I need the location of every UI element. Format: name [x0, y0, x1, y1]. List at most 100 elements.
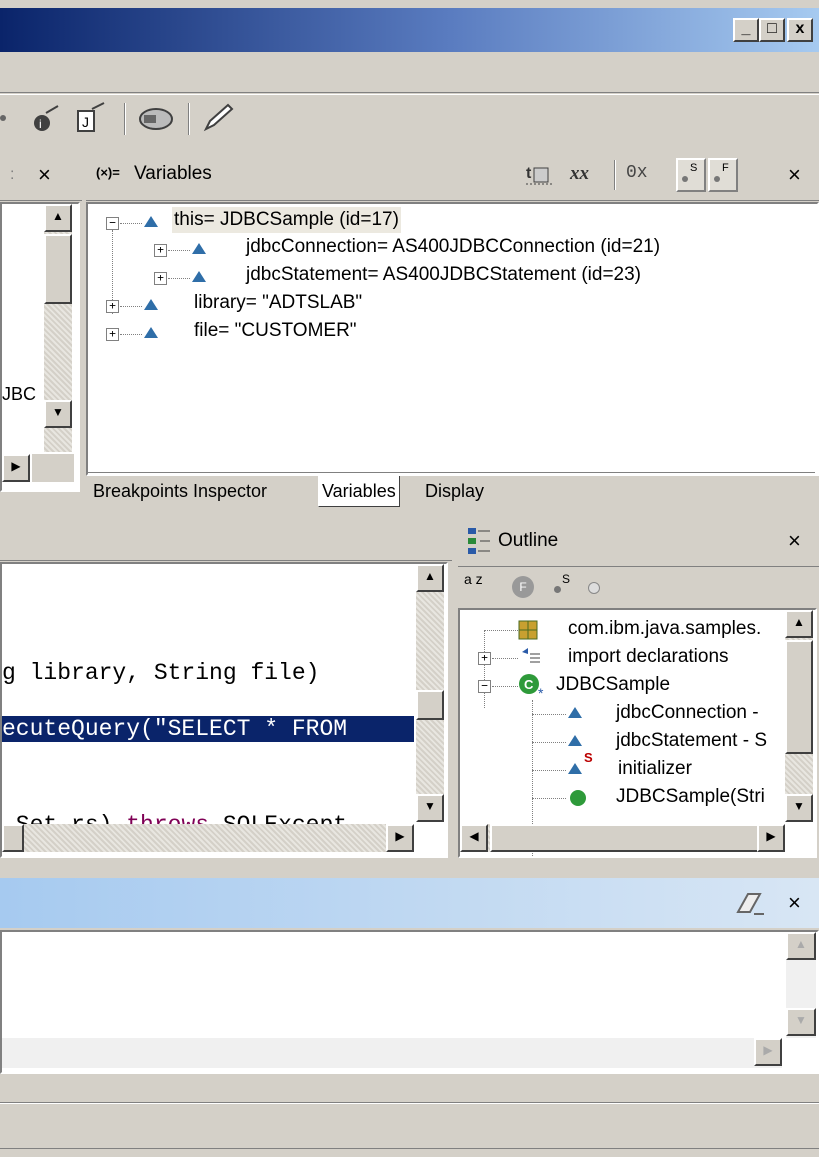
outline-item-package[interactable]: com.ibm.java.samples. — [568, 616, 761, 642]
tab-variables[interactable]: Variables — [318, 476, 400, 507]
editor-vscroll[interactable]: ▲ ▼ — [416, 564, 444, 822]
clear-console-icon[interactable] — [734, 890, 766, 916]
console-header: × — [0, 878, 819, 928]
tab-inspector[interactable]: Inspector — [190, 476, 270, 506]
tree-item-jdbcstatement[interactable]: jdbcStatement= AS400JDBCStatement (id=23… — [246, 262, 641, 288]
tab-display[interactable]: Display — [422, 476, 487, 506]
step-into-icon[interactable]: J — [72, 101, 108, 135]
static-fields-icon[interactable]: S — [676, 158, 706, 192]
outline-vscroll[interactable]: ▲ ▼ — [785, 610, 813, 822]
code-line: g library, String file) — [2, 660, 320, 686]
svg-text:i: i — [39, 117, 42, 131]
outline-icon — [468, 528, 490, 554]
hide-fields-icon[interactable]: F — [512, 576, 534, 598]
close-icon[interactable]: × — [38, 164, 51, 186]
status-divider — [0, 1102, 819, 1104]
maximize-button[interactable]: □ — [759, 18, 785, 42]
class-icon: C* — [519, 674, 544, 700]
left-pane-header: : × — [0, 150, 82, 201]
field-icon — [568, 735, 582, 746]
outline-item-method[interactable]: JDBCSample(Stri — [616, 784, 765, 810]
outline-item-class[interactable]: JDBCSample — [556, 672, 670, 698]
open-perspective-icon[interactable] — [136, 103, 176, 135]
variables-title: Variables — [134, 163, 212, 184]
scroll-right-button[interactable]: ▶ — [757, 824, 785, 852]
scroll-right-button[interactable]: ▶ — [2, 454, 30, 482]
field-icon — [144, 216, 158, 227]
expand-icon[interactable]: + — [478, 652, 491, 665]
outline-hscroll[interactable]: ◀ ▶ — [460, 824, 785, 852]
qualified-names-icon[interactable]: xx — [570, 163, 589, 185]
outline-item-initializer[interactable]: initializer — [618, 756, 692, 782]
show-types-icon[interactable]: t — [524, 162, 558, 188]
expand-icon[interactable]: + — [154, 272, 167, 285]
scroll-thumb[interactable] — [44, 234, 72, 304]
outline-item-field[interactable]: jdbcConnection - — [616, 700, 759, 726]
scroll-left-button[interactable]: ◀ — [460, 824, 488, 852]
final-fields-icon[interactable]: F — [708, 158, 738, 192]
expand-icon[interactable]: + — [154, 244, 167, 257]
step-icon[interactable] — [0, 115, 6, 121]
left-pane: : × JBC ▲ ▼ ▶ — [0, 150, 82, 500]
variables-view-icon: (×)= — [96, 165, 120, 180]
step-over-icon[interactable]: i — [28, 103, 62, 135]
edit-icon[interactable] — [200, 101, 236, 135]
scroll-thumb[interactable] — [785, 640, 813, 754]
imports-icon — [522, 648, 540, 663]
hide-nonpublic-icon[interactable] — [588, 582, 600, 594]
collapse-icon[interactable]: − — [106, 217, 119, 230]
scroll-down-button[interactable]: ▼ — [44, 400, 72, 428]
svg-text:C: C — [524, 677, 534, 692]
outline-title: Outline — [498, 530, 559, 551]
editor-hscroll[interactable]: ▶ — [2, 824, 414, 852]
method-icon — [570, 790, 586, 806]
field-icon — [568, 763, 582, 774]
package-icon — [518, 620, 538, 640]
scroll-up-button[interactable]: ▲ — [786, 932, 816, 960]
code-line-selected: ecuteQuery("SELECT * FROM — [2, 716, 414, 742]
close-window-button[interactable]: x — [787, 18, 813, 42]
tree-item-library[interactable]: library= "ADTSLAB" — [194, 290, 362, 316]
collapse-icon[interactable]: − — [478, 680, 491, 693]
console-vscroll[interactable]: ▲ ▼ — [786, 932, 816, 1038]
editor-content[interactable]: g library, String file) ecuteQuery("SELE… — [0, 562, 448, 858]
left-pane-content: JBC ▲ ▼ ▶ — [0, 202, 80, 492]
scroll-down-button[interactable]: ▼ — [416, 794, 444, 822]
tree-item-this[interactable]: this= JDBCSample (id=17) — [172, 207, 401, 233]
console-content[interactable]: ▲ ▼ ▶ — [0, 930, 819, 1074]
left-vscroll[interactable]: ▲ ▼ — [44, 204, 72, 452]
sort-icon[interactable]: a z — [464, 572, 483, 586]
hex-icon[interactable]: 0x — [626, 163, 648, 183]
scroll-thumb[interactable] — [416, 690, 444, 720]
variables-view: (×)= Variables t xx 0x S F × − this= JDB… — [86, 150, 819, 508]
console-hscroll[interactable]: ▶ — [2, 1038, 782, 1068]
tree-item-file[interactable]: file= "CUSTOMER" — [194, 318, 357, 344]
hide-static-icon[interactable] — [554, 586, 561, 593]
minimize-button[interactable]: _ — [733, 18, 759, 42]
scroll-up-button[interactable]: ▲ — [785, 610, 813, 638]
close-icon[interactable]: × — [788, 892, 801, 914]
expand-icon[interactable]: + — [106, 300, 119, 313]
expand-icon[interactable]: + — [106, 328, 119, 341]
tab-breakpoints[interactable]: Breakpoints — [90, 476, 191, 506]
scroll-right-button[interactable]: ▶ — [754, 1038, 782, 1066]
scroll-down-button[interactable]: ▼ — [786, 1008, 816, 1036]
field-icon — [144, 327, 158, 338]
tree-item-jdbcconnection[interactable]: jdbcConnection= AS400JDBCConnection (id=… — [246, 234, 660, 260]
scroll-thumb[interactable] — [2, 824, 24, 852]
svg-text:*: * — [538, 685, 544, 700]
field-icon — [192, 243, 206, 254]
main-toolbar: i J — [0, 94, 819, 145]
close-icon[interactable]: × — [788, 164, 801, 186]
scroll-up-button[interactable]: ▲ — [416, 564, 444, 592]
variables-header: (×)= Variables t xx 0x S F × — [86, 150, 819, 201]
scroll-down-button[interactable]: ▼ — [785, 794, 813, 822]
menu-bar — [0, 54, 819, 93]
scroll-up-button[interactable]: ▲ — [44, 204, 72, 232]
scroll-right-button[interactable]: ▶ — [386, 824, 414, 852]
scroll-thumb[interactable] — [490, 824, 760, 852]
outline-item-field[interactable]: jdbcStatement - S — [616, 728, 767, 754]
outline-item-imports[interactable]: import declarations — [568, 644, 729, 670]
close-icon[interactable]: × — [788, 530, 801, 552]
outline-tree: com.ibm.java.samples. + import declarati… — [458, 608, 817, 858]
